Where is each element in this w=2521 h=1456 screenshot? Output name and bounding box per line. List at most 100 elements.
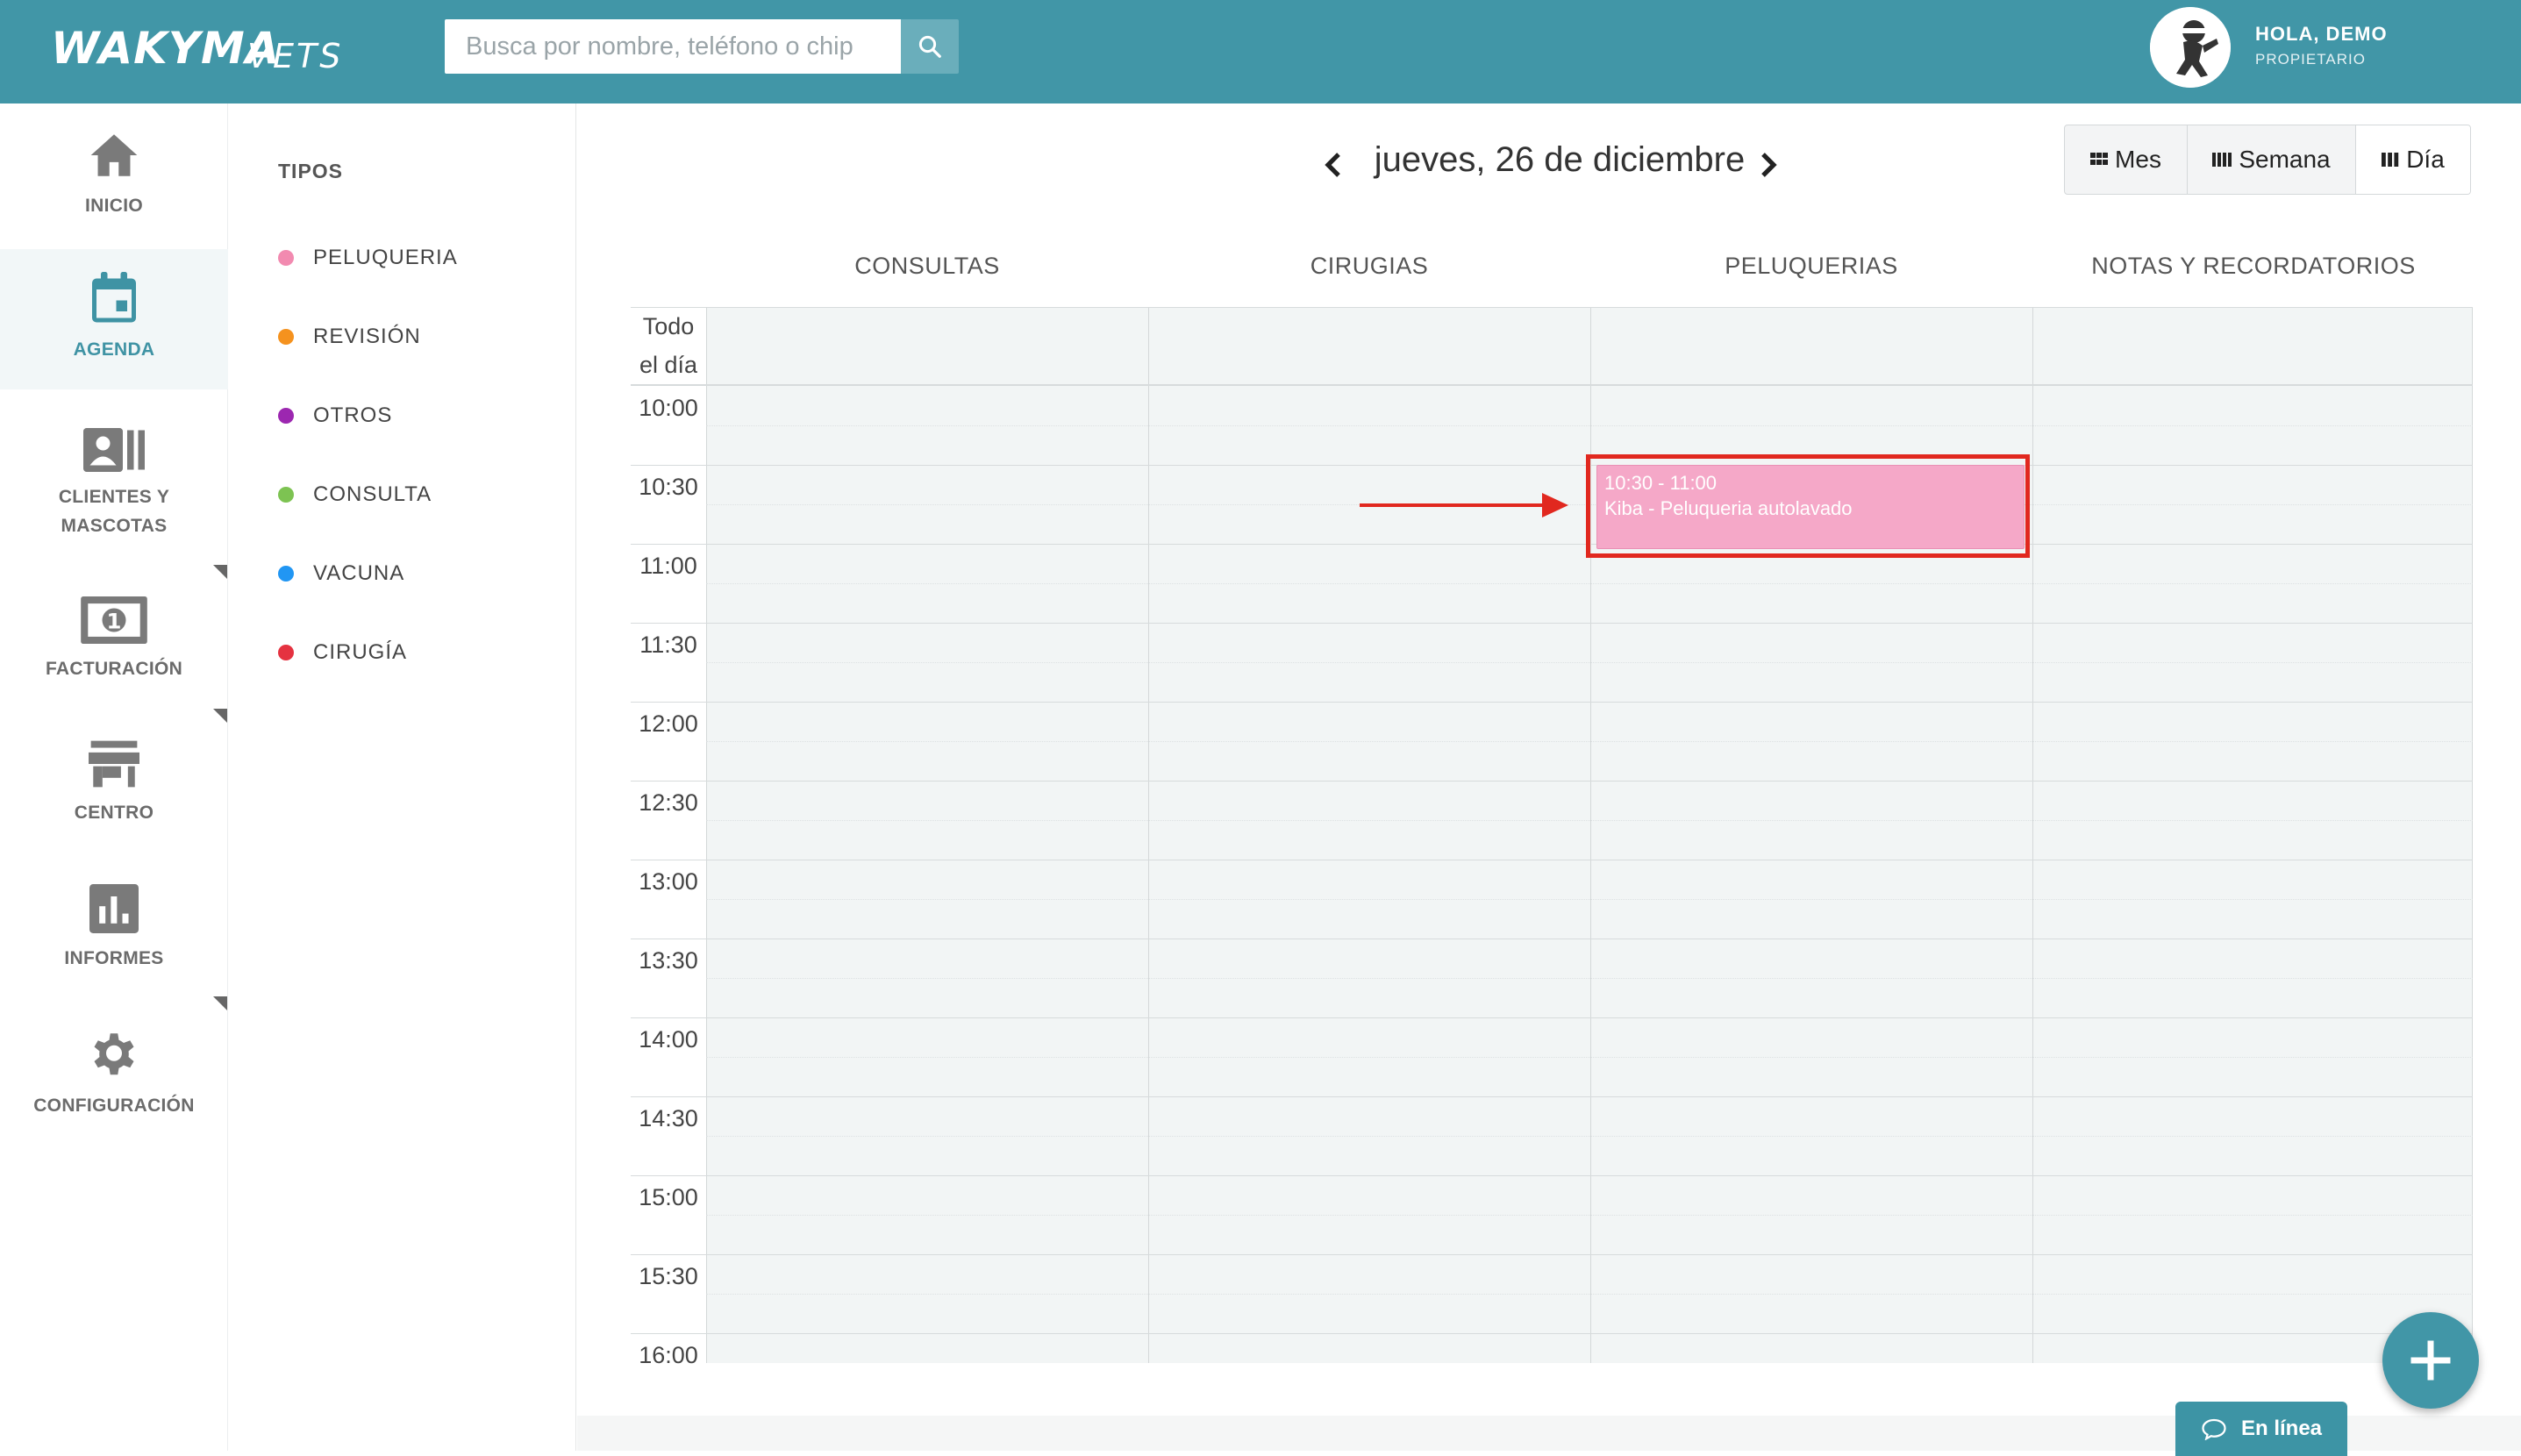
types-title: TIPOS: [278, 160, 344, 182]
grid-line: [631, 1096, 2473, 1097]
submenu-arrow-icon: [213, 565, 227, 579]
grid-line: [706, 1215, 2473, 1216]
grid-line: [706, 978, 2473, 979]
time-label: 13:30: [639, 947, 698, 974]
view-switcher: Mes Semana Día: [2064, 125, 2471, 195]
column-header-notas: NOTAS Y RECORDATORIOS: [2091, 253, 2416, 279]
color-dot-icon: [278, 487, 294, 503]
previous-day-button[interactable]: [1316, 139, 1351, 191]
type-item-peluqueria[interactable]: PELUQUERIA: [278, 246, 458, 270]
column-header-peluquerias: PELUQUERIAS: [1725, 253, 1898, 279]
type-label: CONSULTA: [313, 482, 432, 506]
chevron-left-icon: [1325, 153, 1340, 177]
grid-line: [631, 781, 2473, 782]
view-week-button[interactable]: Semana: [2188, 125, 2356, 194]
type-label: REVISIÓN: [313, 325, 421, 348]
grid-line: [631, 544, 2473, 545]
grid-line: [706, 662, 2473, 663]
logo[interactable]: WAKYMA VETS: [51, 18, 340, 79]
online-label: En línea: [2240, 1417, 2323, 1440]
sidebar-item-label: CLIENTES Y MASCOTAS: [58, 487, 170, 536]
time-label: 14:00: [639, 1026, 698, 1053]
sidebar-item-inicio[interactable]: INICIO: [0, 130, 228, 244]
types-panel: TIPOS PELUQUERIA REVISIÓN OTROS CONSULTA…: [229, 103, 576, 1451]
time-label: 11:30: [639, 632, 697, 658]
grid-line: [706, 1294, 2473, 1295]
grid-line: [706, 820, 2473, 821]
time-label: 10:30: [639, 474, 698, 500]
gear-icon: [94, 1033, 134, 1075]
sidebar-item-label: CONFIGURACIÓN: [33, 1096, 195, 1116]
online-chat-button[interactable]: En línea: [2175, 1402, 2347, 1456]
user-greeting[interactable]: HOLA, DEMO: [2255, 23, 2388, 46]
grid-line: [706, 583, 2473, 584]
grid-line: [631, 1175, 2473, 1176]
color-dot-icon: [278, 250, 294, 266]
logo-subtext: VETS: [247, 37, 344, 75]
time-label: 14:30: [639, 1105, 698, 1131]
grid-line: [706, 899, 2473, 900]
grid-line: [631, 465, 2473, 466]
grid-line: [631, 702, 2473, 703]
day-columns-icon: [2382, 153, 2399, 167]
all-day-separator: [631, 384, 2473, 386]
time-label: 12:00: [639, 710, 698, 737]
sidebar-item-configuracion[interactable]: CONFIGURACIÓN: [0, 1028, 228, 1151]
add-appointment-button[interactable]: [2382, 1312, 2479, 1409]
search-icon: [918, 35, 941, 58]
grid-line: [631, 1333, 2473, 1334]
sidebar-item-agenda[interactable]: AGENDA: [0, 249, 228, 389]
type-item-consulta[interactable]: CONSULTA: [278, 482, 432, 507]
month-grid-icon: [2090, 153, 2109, 165]
time-label: 11:00: [639, 553, 697, 579]
chart-icon: [89, 884, 139, 933]
highlight-box: [1586, 454, 2030, 558]
type-item-cirugia[interactable]: CIRUGÍA: [278, 640, 407, 665]
search-input[interactable]: [445, 19, 901, 74]
annotation-arrow-line: [1360, 503, 1546, 507]
svg-text:1: 1: [107, 608, 122, 633]
type-item-vacuna[interactable]: VACUNA: [278, 561, 404, 586]
grid-line: [631, 1254, 2473, 1255]
money-icon: 1: [81, 596, 147, 644]
time-label: 10:00: [639, 395, 698, 421]
search-button[interactable]: [901, 19, 959, 74]
ninja-avatar-icon: [2150, 7, 2231, 88]
contacts-icon: [83, 428, 145, 472]
grid-line: [706, 1136, 2473, 1137]
type-item-otros[interactable]: OTROS: [278, 403, 392, 428]
type-label: OTROS: [313, 403, 393, 427]
calendar-main: jueves, 26 de diciembre Mes Semana Día C…: [577, 103, 2521, 1451]
sidebar-item-informes[interactable]: INFORMES: [0, 884, 228, 1007]
chevron-right-icon: [1761, 153, 1777, 177]
view-label: Día: [2406, 146, 2445, 173]
type-label: CIRUGÍA: [313, 640, 408, 664]
current-date-title: jueves, 26 de diciembre: [1374, 140, 1746, 179]
time-label: 13:00: [639, 868, 698, 895]
user-role: PROPIETARIO: [2255, 51, 2366, 68]
next-day-button[interactable]: [1751, 139, 1786, 191]
column-header-consultas: CONSULTAS: [854, 253, 1000, 279]
sidebar-item-label: FACTURACIÓN: [45, 659, 183, 679]
sidebar-item-facturacion[interactable]: 1 FACTURACIÓN: [0, 596, 228, 719]
week-columns-icon: [2212, 153, 2232, 167]
color-dot-icon: [278, 566, 294, 582]
grid-line: [631, 307, 2473, 308]
time-label: 15:00: [639, 1184, 698, 1210]
sidebar-item-label: AGENDA: [73, 339, 155, 360]
logo-text: WAKYMA: [51, 23, 281, 74]
sidebar-item-clientes[interactable]: CLIENTES Y MASCOTAS: [0, 428, 228, 551]
view-month-button[interactable]: Mes: [2065, 125, 2188, 194]
sidebar-item-centro[interactable]: CENTRO: [0, 740, 228, 863]
view-day-button[interactable]: Día: [2356, 125, 2470, 194]
calendar-icon: [92, 272, 136, 323]
plus-icon: [2410, 1340, 2451, 1381]
avatar[interactable]: [2150, 7, 2231, 88]
type-item-revision[interactable]: REVISIÓN: [278, 325, 421, 349]
view-label: Semana: [2239, 146, 2331, 173]
submenu-arrow-icon: [213, 709, 227, 723]
sidebar-item-label: INICIO: [85, 196, 143, 216]
time-label: 12:30: [639, 789, 698, 816]
grid-line: [706, 1057, 2473, 1058]
submenu-arrow-icon: [213, 996, 227, 1010]
